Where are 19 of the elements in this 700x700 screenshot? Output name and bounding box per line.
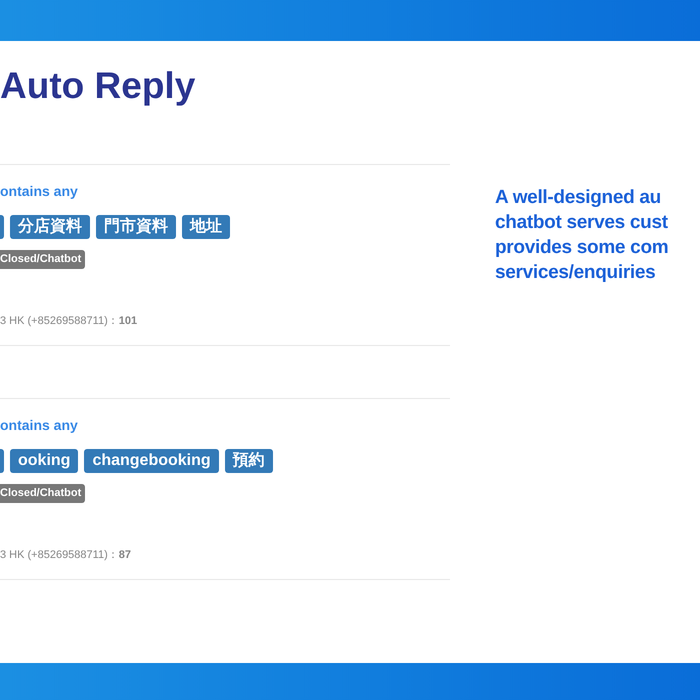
caption-line: provides some com <box>495 236 668 260</box>
keyword-tag: changebooking <box>84 449 219 473</box>
keyword-tag: 分店資料 <box>10 215 90 239</box>
keyword-tag-edge <box>0 449 4 473</box>
condition-label: ontains any <box>0 416 79 435</box>
keyword-tag: 預約 <box>224 449 273 473</box>
page-title: Auto Reply <box>0 67 196 104</box>
channel-count: 3 HK (+85269588711)：101 <box>0 314 138 329</box>
keyword-tag: 門市資料 <box>96 215 176 239</box>
caption-line: chatbot serves cust <box>495 211 668 235</box>
status-badge: Closed/Chatbot <box>0 484 86 503</box>
keyword-tag: 地址 <box>182 215 230 239</box>
keyword-tag-edge <box>0 215 4 239</box>
condition-label: ontains any <box>0 182 79 201</box>
keyword-tag: ooking <box>10 449 78 473</box>
channel-count: 3 HK (+85269588711)：87 <box>0 548 132 563</box>
caption-line: services/enquiries <box>495 261 656 285</box>
caption-line: A well-designed au <box>495 186 662 210</box>
status-badge: Closed/Chatbot <box>0 250 86 269</box>
